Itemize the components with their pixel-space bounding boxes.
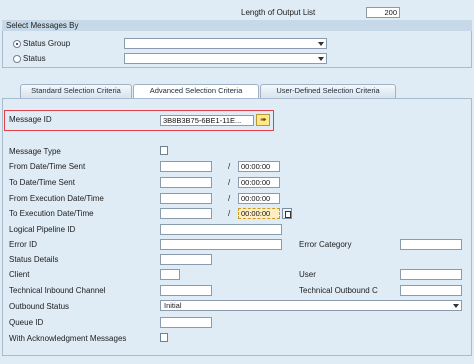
status-label: Status <box>23 54 46 63</box>
copy-icon <box>285 211 291 218</box>
from-exec-date-input[interactable] <box>160 193 212 204</box>
status-radio[interactable] <box>13 55 21 63</box>
chevron-down-icon <box>318 57 324 61</box>
chevron-down-icon <box>453 304 459 308</box>
arrow-right-icon: ➠ <box>260 115 267 124</box>
to-date-sent-label: To Date/Time Sent <box>9 178 75 187</box>
user-label: User <box>299 270 316 279</box>
with-ack-label: With Acknowledgment Messages <box>9 334 127 343</box>
tech-outbound-input[interactable] <box>400 285 462 296</box>
client-input[interactable] <box>160 269 180 280</box>
to-exec-date-input[interactable] <box>160 208 212 219</box>
to-time-sent-input[interactable]: 00:00:00 <box>238 177 280 188</box>
to-exec-time-input[interactable]: 00:00:00 <box>238 208 280 219</box>
from-exec-date-label: From Execution Date/Time <box>9 194 104 203</box>
chevron-down-icon <box>318 42 324 46</box>
error-id-label: Error ID <box>9 240 37 249</box>
tech-outbound-label: Technical Outbound C <box>299 286 378 295</box>
from-date-sent-label: From Date/Time Sent <box>9 162 86 171</box>
outbound-status-value: Initial <box>164 301 182 310</box>
slash-separator: / <box>228 178 231 187</box>
error-category-label: Error Category <box>299 240 352 249</box>
status-details-label: Status Details <box>9 255 59 264</box>
error-category-input[interactable] <box>400 239 462 250</box>
slash-separator: / <box>228 209 231 218</box>
outbound-status-select[interactable]: Initial <box>160 300 462 311</box>
to-exec-date-label: To Execution Date/Time <box>9 209 94 218</box>
calendar-help-button[interactable] <box>282 208 292 219</box>
message-id-label: Message ID <box>9 115 52 124</box>
select-messages-by-title: Select Messages By <box>6 21 79 30</box>
message-type-label: Message Type <box>9 147 61 156</box>
status-group-select[interactable] <box>124 38 327 49</box>
client-label: Client <box>9 270 30 279</box>
from-exec-time-input[interactable]: 00:00:00 <box>238 193 280 204</box>
queue-id-label: Queue ID <box>9 318 44 327</box>
queue-id-input[interactable] <box>160 317 212 328</box>
slash-separator: / <box>228 162 231 171</box>
message-id-input[interactable]: 3B8B3B75-6BE1-11E... <box>160 115 254 126</box>
tab-user-defined-selection[interactable]: User-Defined Selection Criteria <box>260 84 396 98</box>
message-type-checkbox[interactable] <box>160 146 168 155</box>
from-date-sent-input[interactable] <box>160 161 212 172</box>
output-list-input[interactable]: 200 <box>366 7 400 18</box>
logical-pipeline-input[interactable] <box>160 224 282 235</box>
status-details-input[interactable] <box>160 254 212 265</box>
with-ack-checkbox[interactable] <box>160 333 168 342</box>
status-group-radio[interactable] <box>13 40 21 48</box>
logical-pipeline-label: Logical Pipeline ID <box>9 225 76 234</box>
outbound-status-label: Outbound Status <box>9 302 70 311</box>
tech-inbound-label: Technical Inbound Channel <box>9 286 106 295</box>
status-select[interactable] <box>124 53 327 64</box>
output-list-label: Length of Output List <box>241 8 316 17</box>
multiple-selection-button[interactable]: ➠ <box>256 114 270 126</box>
to-date-sent-input[interactable] <box>160 177 212 188</box>
tab-advanced-selection[interactable]: Advanced Selection Criteria <box>133 84 259 99</box>
tab-standard-selection[interactable]: Standard Selection Criteria <box>20 84 132 98</box>
slash-separator: / <box>228 194 231 203</box>
error-id-input[interactable] <box>160 239 282 250</box>
user-input[interactable] <box>400 269 462 280</box>
from-time-sent-input[interactable]: 00:00:00 <box>238 161 280 172</box>
status-group-label: Status Group <box>23 39 71 48</box>
tech-inbound-input[interactable] <box>160 285 212 296</box>
